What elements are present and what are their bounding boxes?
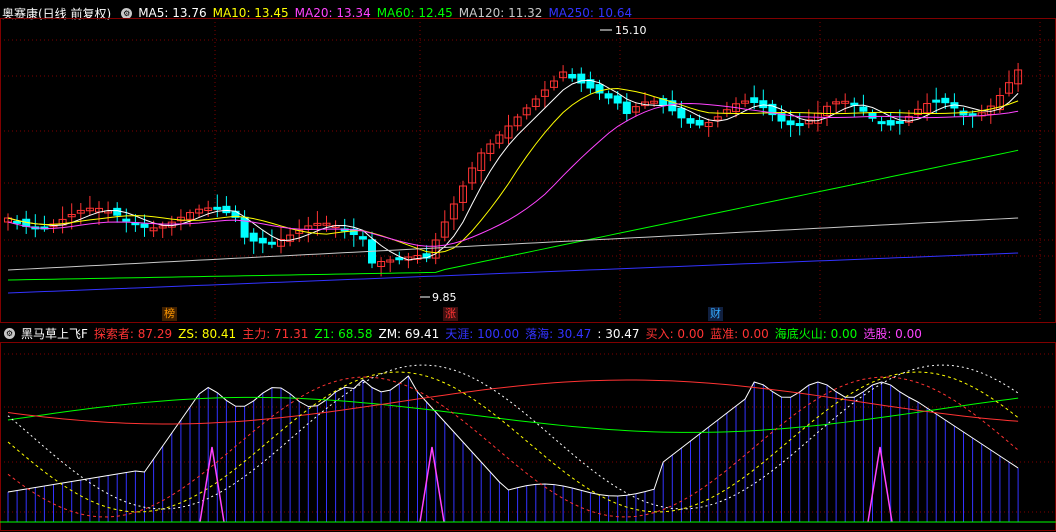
candle-body [686,118,695,124]
oscillator-chart[interactable] [0,342,1056,532]
candle-body [968,113,977,117]
candle-body [568,73,577,79]
sub-indicator-8: 买入: 0.00 [645,326,705,341]
explorer-line [7,376,1019,518]
candle-body [695,119,704,126]
candle-body [622,101,631,114]
sub-indicator-4: ZM: 69.41 [378,326,440,341]
candle-body [941,97,950,104]
sub-indicator-5: 天涯: 100.00 [445,326,520,341]
candle-body [759,100,768,109]
select-signal-spike-0 [199,446,225,523]
candle-body [267,241,276,245]
sub-indicator-10: 海底火山: 0.00 [774,326,858,341]
candle-body [13,220,22,224]
sub-indicator-6: 落海: 30.47 [525,326,592,341]
candle-body [358,236,367,240]
candle-body [613,95,622,104]
select-signal-spike-2 [867,446,893,523]
candle-body [213,206,222,210]
low-price-label: 9.85 [432,291,457,304]
indicator-title: 黑马草上飞F [21,326,88,341]
candle-body [932,99,941,103]
sub-indicator-11: 选股: 0.00 [863,326,922,341]
settings-toggle-icon[interactable]: ⚙ [121,7,133,19]
candle-body [113,207,122,216]
sub-indicator-2: 主力: 71.31 [242,326,309,341]
sub-indicator-9: 蓝准: 0.00 [710,326,769,341]
candle-body [258,237,267,244]
sub-indicator-list: 探索者: 87.29 ZS: 80.41 主力: 71.31 Z1: 68.58 ZM:… [94,325,928,342]
sub-indicator-7: : 30.47 [597,326,640,341]
sub-indicator-1: ZS: 80.41 [178,326,237,341]
candle-body [604,93,613,99]
candle-body [750,97,759,103]
sub-panel-header: ⚙ 黑马草上飞F 探索者: 87.29 ZS: 80.41 主力: 71.31 Z1:… [0,324,934,342]
high-price-label: 15.10 [615,24,647,37]
sub-settings-toggle-icon[interactable]: ⚙ [4,327,15,339]
candle-body [249,232,258,242]
ma250-line [7,252,1019,294]
candle-body [222,205,231,214]
candle-body [395,257,404,261]
candle-body [886,120,895,126]
candle-body [786,120,795,126]
candle-body [859,106,868,112]
candlestick-chart[interactable]: 15.10 9.85 [0,18,1056,323]
candle-body [677,107,686,119]
zs-line [7,371,1019,513]
sub-indicator-3: Z1: 68.58 [314,326,373,341]
main-force-line [7,379,1019,425]
sub-indicator-0: 探索者: 87.29 [93,326,173,341]
ma60-line [7,149,1019,281]
event-tag-2[interactable]: 财 [708,307,723,321]
candle-body [795,123,804,127]
select-signal-spike-1 [419,446,445,523]
candle-body [877,121,886,125]
candle-body [140,223,149,228]
candle-body [122,218,131,222]
candle-body [868,112,877,119]
event-tag-0[interactable]: 榜 [162,307,177,321]
candle-body [895,120,904,124]
event-tag-1[interactable]: 涨 [443,307,458,321]
zm-line [7,375,1019,497]
